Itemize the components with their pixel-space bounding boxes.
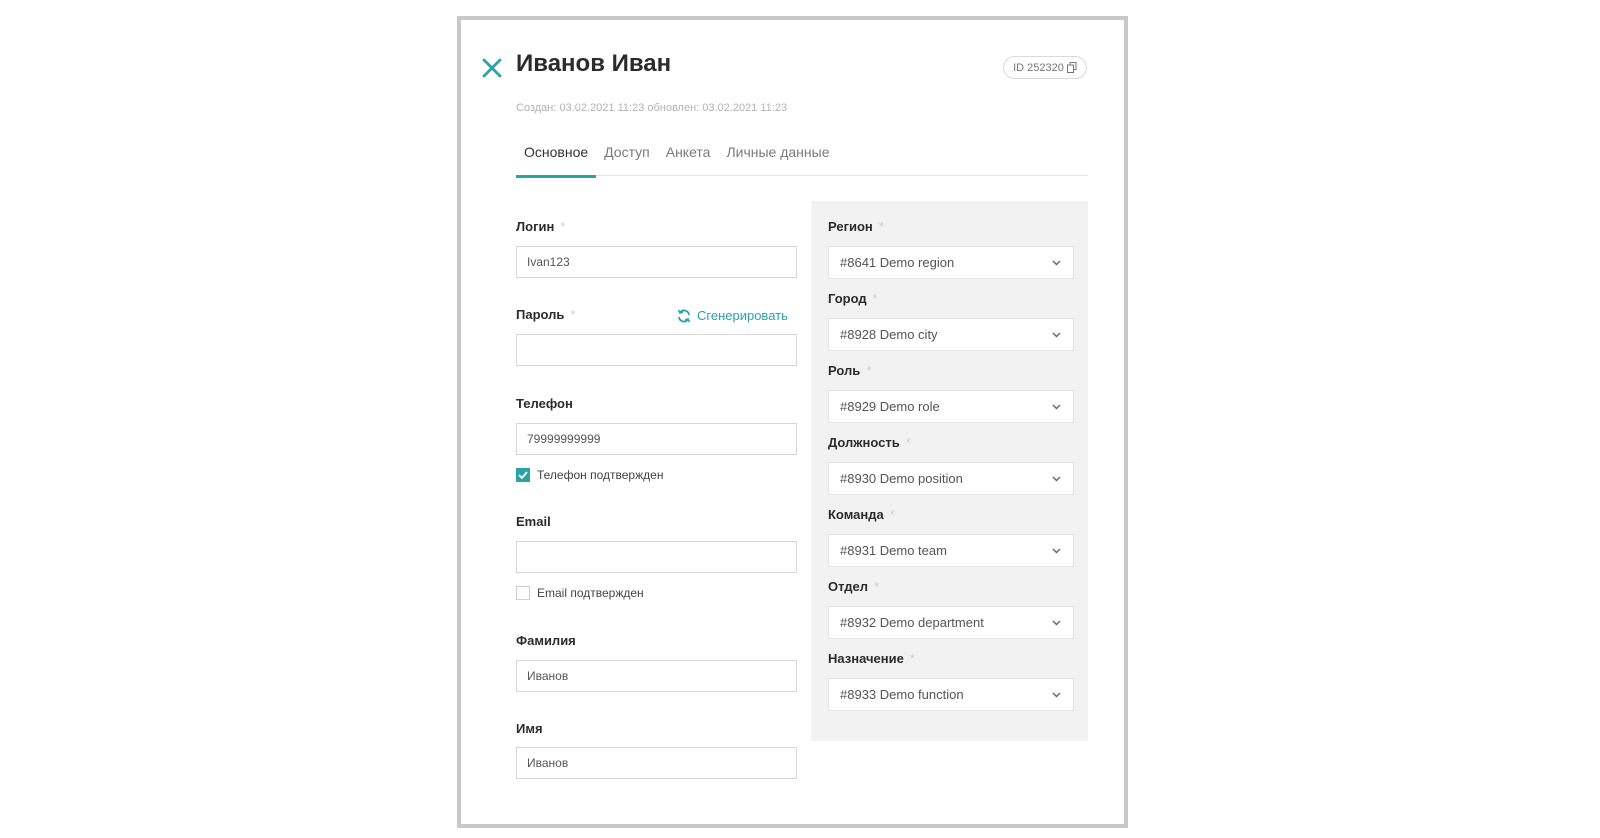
tab-main[interactable]: Основное	[516, 140, 597, 178]
city-select[interactable]: #8928 Demo city	[828, 318, 1074, 351]
surname-input[interactable]	[516, 660, 797, 692]
tab-questionnaire[interactable]: Анкета	[658, 140, 719, 176]
login-input[interactable]	[516, 246, 797, 278]
department-select-value: #8932 Demo department	[840, 615, 984, 630]
email-confirmed-row: Email подтвержден	[516, 586, 644, 600]
created-updated-meta: Создан: 03.02.2021 11:23 обновлен: 03.02…	[516, 102, 788, 114]
check-icon	[518, 471, 528, 479]
close-icon	[482, 58, 502, 78]
login-label: Логин *	[516, 219, 566, 234]
required-mark: *	[872, 291, 878, 306]
required-mark: *	[878, 219, 884, 234]
position-select-value: #8930 Demo position	[840, 471, 963, 486]
role-select[interactable]: #8929 Demo role	[828, 390, 1074, 423]
generate-password-label: Сгенерировать	[697, 308, 788, 323]
required-mark: *	[560, 219, 566, 234]
region-select-value: #8641 Demo region	[840, 255, 955, 270]
team-label: Команда *	[828, 507, 895, 522]
phone-confirmed-label: Телефон подтвержден	[537, 468, 664, 482]
id-badge[interactable]: ID 252320	[1003, 56, 1087, 79]
id-badge-text: ID 252320	[1013, 61, 1064, 74]
tab-personal-data[interactable]: Личные данные	[718, 140, 837, 176]
email-input[interactable]	[516, 541, 797, 573]
surname-label: Фамилия	[516, 633, 576, 648]
team-select[interactable]: #8931 Demo team	[828, 534, 1074, 567]
password-input[interactable]	[516, 334, 797, 366]
role-select-value: #8929 Demo role	[840, 399, 940, 414]
region-select[interactable]: #8641 Demo region	[828, 246, 1074, 279]
phone-confirmed-row: Телефон подтвержден	[516, 468, 663, 482]
function-select-value: #8933 Demo function	[840, 687, 964, 702]
position-select[interactable]: #8930 Demo position	[828, 462, 1074, 495]
email-confirmed-label: Email подтвержден	[537, 586, 644, 600]
required-mark: *	[909, 651, 915, 666]
name-label: Имя	[516, 721, 543, 736]
copy-icon	[1066, 62, 1077, 73]
city-select-value: #8928 Demo city	[840, 327, 938, 342]
chevron-down-icon	[1052, 332, 1061, 337]
region-label: Регион *	[828, 219, 884, 234]
chevron-down-icon	[1052, 260, 1061, 265]
team-select-value: #8931 Demo team	[840, 543, 947, 558]
function-select[interactable]: #8933 Demo function	[828, 678, 1074, 711]
role-label: Роль *	[828, 363, 872, 378]
close-button[interactable]	[481, 57, 503, 79]
required-mark: *	[905, 435, 911, 450]
required-mark: *	[889, 507, 895, 522]
department-select[interactable]: #8932 Demo department	[828, 606, 1074, 639]
chevron-down-icon	[1052, 548, 1061, 553]
tab-access[interactable]: Доступ	[596, 140, 658, 176]
generate-password-button[interactable]: Сгенерировать	[677, 308, 788, 323]
phone-confirmed-checkbox[interactable]	[516, 468, 530, 482]
chevron-down-icon	[1052, 404, 1061, 409]
chevron-down-icon	[1052, 476, 1061, 481]
department-label: Отдел *	[828, 579, 880, 594]
name-input[interactable]	[516, 747, 797, 779]
refresh-icon	[677, 309, 691, 322]
email-label: Email	[516, 514, 551, 529]
position-label: Должность *	[828, 435, 911, 450]
required-mark: *	[570, 307, 576, 322]
tab-bar: Основное Доступ Анкета Личные данные	[516, 140, 1088, 178]
city-label: Город *	[828, 291, 878, 306]
phone-label: Телефон	[516, 396, 573, 411]
chevron-down-icon	[1052, 692, 1061, 697]
required-mark: *	[866, 363, 872, 378]
phone-input[interactable]	[516, 423, 797, 455]
password-label: Пароль *	[516, 307, 576, 322]
email-confirmed-checkbox[interactable]	[516, 586, 530, 600]
function-label: Назначение *	[828, 651, 915, 666]
page-title: Иванов Иван	[516, 50, 672, 77]
required-mark: *	[874, 579, 880, 594]
chevron-down-icon	[1052, 620, 1061, 625]
